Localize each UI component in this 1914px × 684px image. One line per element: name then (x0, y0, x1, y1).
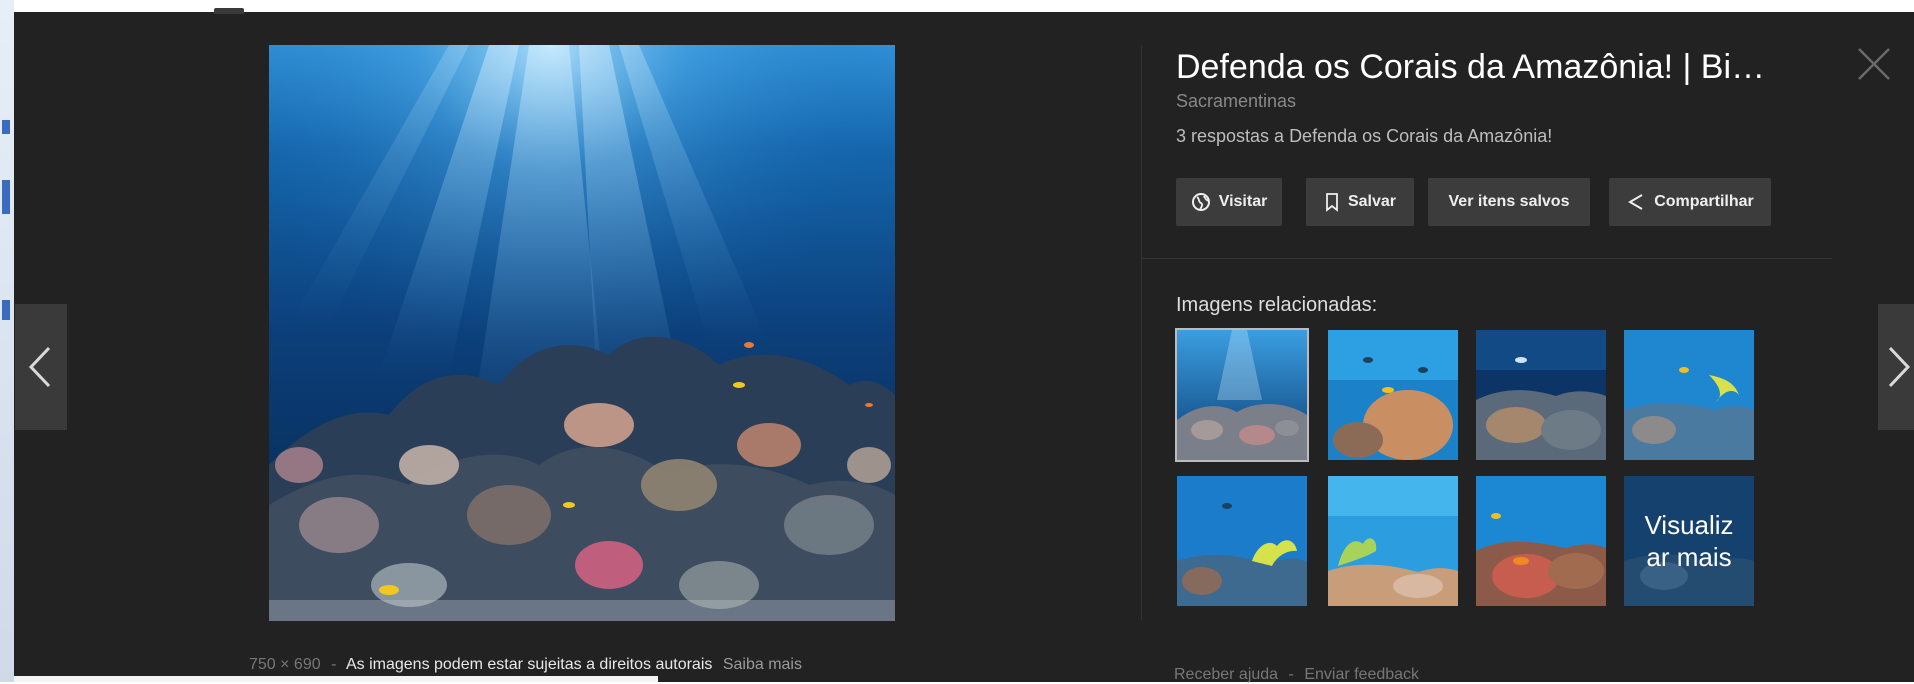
related-image-thumbnail[interactable] (1328, 330, 1458, 460)
page-title[interactable]: Defenda os Corais da Amazônia! | Bi… (1176, 48, 1816, 87)
share-icon (1626, 192, 1646, 212)
chevron-left-icon (28, 346, 51, 388)
related-image-thumbnail[interactable] (1624, 330, 1754, 460)
related-image-thumbnail[interactable] (1476, 476, 1606, 606)
panel-divider (1142, 258, 1832, 259)
save-label: Salvar (1347, 193, 1397, 210)
close-button[interactable] (1856, 46, 1892, 82)
view-saved-label: Ver itens salvos (1448, 193, 1570, 210)
visit-button[interactable]: Visitar (1176, 178, 1282, 226)
view-saved-button[interactable]: Ver itens salvos (1428, 178, 1590, 226)
view-more-line2: ar mais (1646, 542, 1732, 572)
view-more-label: Visualiz ar mais (1624, 476, 1754, 606)
panel-divider (1141, 45, 1142, 620)
separator: - (1288, 666, 1294, 683)
background-window-edge (0, 0, 14, 682)
bookmark-icon (1324, 192, 1340, 212)
related-image-thumbnail[interactable] (1177, 476, 1307, 606)
image-caption: 750 × 690 - As imagens podem estar sujei… (249, 656, 802, 674)
feedback-link[interactable]: Enviar feedback (1304, 666, 1419, 683)
learn-more-link[interactable]: Saiba mais (723, 656, 802, 673)
share-button[interactable]: Compartilhar (1609, 178, 1771, 226)
chevron-right-icon (1888, 346, 1911, 388)
next-image-button[interactable] (1878, 304, 1914, 430)
source-site[interactable]: Sacramentinas (1176, 91, 1296, 112)
separator: - (331, 656, 337, 673)
globe-icon (1191, 192, 1211, 212)
related-images-heading: Imagens relacionadas: (1176, 294, 1378, 316)
tab-handle (214, 8, 244, 14)
image-dimensions: 750 × 690 (249, 656, 321, 673)
copyright-notice: As imagens podem estar sujeitas a direit… (345, 656, 713, 673)
bottom-tab-strip (14, 676, 658, 682)
visit-label: Visitar (1218, 193, 1268, 210)
related-image-thumbnail[interactable] (1476, 330, 1606, 460)
help-link[interactable]: Receber ajuda (1174, 666, 1278, 683)
close-icon (1858, 48, 1890, 80)
image-description: 3 respostas a Defenda os Corais da Amazô… (1176, 126, 1553, 146)
previous-image-button[interactable] (15, 304, 67, 430)
related-image-thumbnail[interactable] (1175, 328, 1309, 462)
share-label: Compartilhar (1654, 193, 1754, 210)
view-more-thumbnail[interactable]: Visualiz ar mais (1624, 476, 1754, 606)
view-more-line1: Visualiz (1644, 510, 1734, 540)
panel-footer: Receber ajuda - Enviar feedback (1174, 666, 1419, 684)
save-button[interactable]: Salvar (1306, 178, 1414, 226)
main-image[interactable] (269, 45, 895, 621)
related-image-thumbnail[interactable] (1328, 476, 1458, 606)
